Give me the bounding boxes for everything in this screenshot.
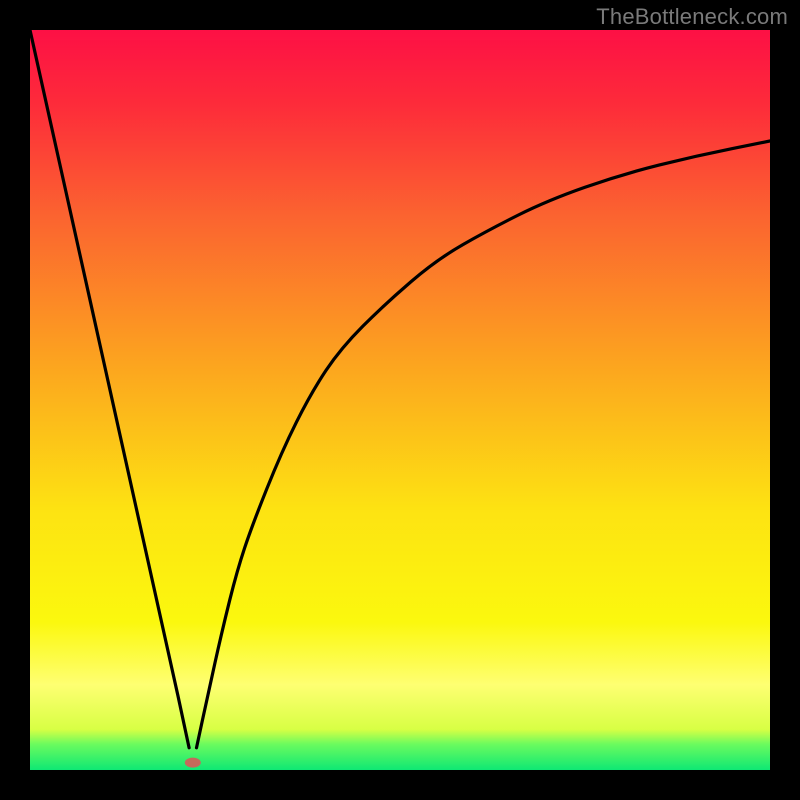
gradient-background [30,30,770,770]
min-point-marker [185,758,201,768]
plot-area [30,30,770,770]
chart-frame: TheBottleneck.com [0,0,800,800]
chart-svg [30,30,770,770]
watermark-text: TheBottleneck.com [596,4,788,30]
